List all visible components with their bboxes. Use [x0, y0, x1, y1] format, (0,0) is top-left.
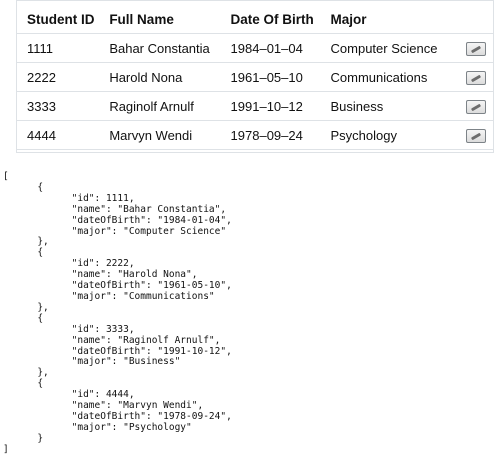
header-date-of-birth: Date Of Birth — [230, 12, 314, 27]
cell-student-id: 2222 — [16, 62, 99, 92]
header-student-id: Student ID — [27, 12, 95, 27]
table-row: 2222 Harold Nona 1961–05–10 Communicatio… — [16, 62, 494, 92]
table-header-row: Student ID Full Name Date Of Birth Major — [16, 6, 494, 34]
cell-student-id: 3333 — [16, 91, 99, 121]
json-output: [ { "id": 1111, "name": "Bahar Constanti… — [3, 171, 232, 455]
pencil-icon — [470, 45, 481, 54]
cell-date-of-birth: 1991–10–12 — [219, 91, 320, 121]
table-row: 3333 Raginolf Arnulf 1991–10–12 Business — [16, 91, 494, 121]
edit-button[interactable] — [465, 128, 486, 143]
pencil-icon — [470, 74, 481, 83]
header-full-name: Full Name — [109, 12, 174, 27]
cell-date-of-birth: 1978–09–24 — [219, 120, 320, 150]
cell-full-name: Bahar Constantia — [98, 33, 220, 63]
header-edit — [457, 6, 494, 34]
cell-student-id: 4444 — [16, 120, 99, 150]
students-table: Student ID Full Name Date Of Birth Major… — [16, 6, 494, 150]
pencil-icon — [470, 132, 481, 141]
edit-button[interactable] — [465, 99, 486, 114]
cell-full-name: Marvyn Wendi — [98, 120, 220, 150]
cell-major: Computer Science — [319, 33, 457, 63]
cell-major: Psychology — [319, 120, 457, 150]
edit-button[interactable] — [465, 41, 486, 56]
cell-full-name: Raginolf Arnulf — [98, 91, 220, 121]
pencil-icon — [470, 103, 481, 112]
cell-date-of-birth: 1984–01–04 — [219, 33, 320, 63]
students-table-container: Student ID Full Name Date Of Birth Major… — [16, 6, 494, 150]
cell-major: Communications — [319, 62, 457, 92]
cell-full-name: Harold Nona — [98, 62, 220, 92]
table-row: 4444 Marvyn Wendi 1978–09–24 Psychology — [16, 120, 494, 150]
cell-student-id: 1111 — [16, 33, 99, 63]
edit-button[interactable] — [465, 70, 486, 85]
table-row: 1111 Bahar Constantia 1984–01–04 Compute… — [16, 33, 494, 63]
cell-date-of-birth: 1961–05–10 — [219, 62, 320, 92]
cell-major: Business — [319, 91, 457, 121]
header-major: Major — [330, 12, 367, 27]
